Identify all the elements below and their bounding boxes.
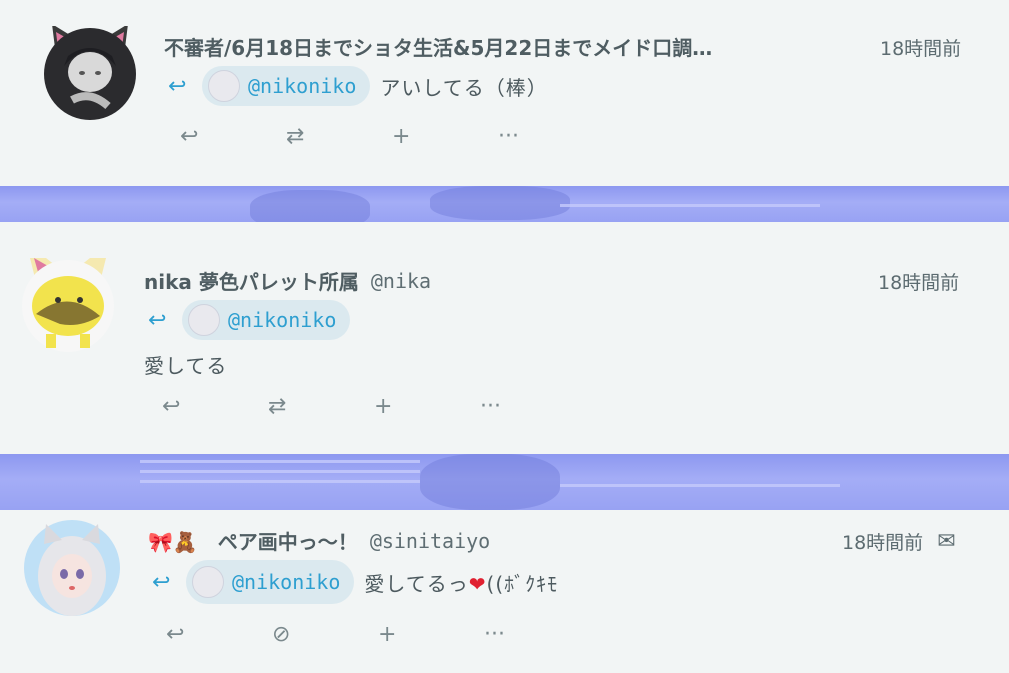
band-shape	[250, 190, 370, 222]
more-icon[interactable]: ···	[484, 622, 590, 647]
mention-avatar	[192, 566, 224, 598]
band-shape	[430, 186, 570, 220]
plus-icon[interactable]: +	[392, 124, 498, 149]
renote-icon[interactable]: ⇄	[286, 124, 392, 149]
user-handle[interactable]: @sinitaiyo	[370, 529, 490, 553]
band-shape	[140, 470, 420, 473]
note-item: 🎀🧸 ペア画中っ～！ @sinitaiyo 18時間前 ✉ ↩ @nikonik…	[0, 510, 1009, 673]
reply-arrow-icon: ↩	[152, 569, 171, 595]
mention-avatar	[188, 304, 220, 336]
user-handle[interactable]: @nika	[371, 269, 431, 293]
mention-link[interactable]: @nikoniko	[186, 560, 355, 604]
note-item: 不審者/6月18日までショタ生活&5月22日までメイド口調… 18時間前 ↩ @…	[0, 0, 1009, 186]
mention-link[interactable]: @nikoniko	[202, 66, 371, 106]
avatar[interactable]	[24, 520, 120, 616]
band-shape	[420, 454, 560, 510]
user-name[interactable]: 不審者/6月18日までショタ生活&5月22日までメイド口調…	[164, 32, 712, 61]
band-shape	[140, 480, 420, 483]
mention-avatar	[208, 70, 240, 102]
note-item: nika 夢色パレット所属 @nika 18時間前 ↩ @nikoniko 愛し…	[0, 222, 1009, 454]
timestamp[interactable]: 18時間前	[880, 34, 961, 61]
background-image-band	[0, 454, 1009, 510]
heart-emoji: ❤	[468, 571, 487, 596]
blocked-icon[interactable]: ⊘	[272, 622, 378, 647]
more-icon[interactable]: ···	[480, 394, 586, 419]
reply-icon[interactable]: ↩	[162, 394, 268, 419]
avatar[interactable]	[42, 26, 138, 122]
mail-icon[interactable]: ✉	[937, 529, 955, 554]
reply-arrow-icon: ↩	[148, 307, 167, 333]
timestamp[interactable]: 18時間前	[878, 268, 959, 295]
more-icon[interactable]: ···	[498, 124, 604, 149]
reply-arrow-icon: ↩	[168, 73, 187, 99]
timestamp[interactable]: 18時間前 ✉	[842, 528, 956, 555]
plus-icon[interactable]: +	[378, 622, 484, 647]
band-shape	[560, 484, 840, 487]
user-name[interactable]: nika 夢色パレット所属	[144, 266, 359, 295]
reply-icon[interactable]: ↩	[180, 124, 286, 149]
note-text: 愛してる	[144, 354, 228, 378]
plus-icon[interactable]: +	[374, 394, 480, 419]
band-shape	[140, 460, 420, 463]
background-image-band	[0, 186, 1009, 222]
reply-icon[interactable]: ↩	[166, 622, 272, 647]
user-name[interactable]: 🎀🧸 ペア画中っ～！	[148, 526, 358, 555]
band-shape	[560, 204, 820, 207]
note-text: アいしてる（棒）	[380, 75, 548, 100]
mention-link[interactable]: @nikoniko	[182, 300, 351, 340]
avatar[interactable]	[20, 258, 116, 354]
renote-icon[interactable]: ⇄	[268, 394, 374, 419]
note-text: 愛してるっ❤((ﾎﾞｸｷﾓ	[364, 571, 559, 596]
